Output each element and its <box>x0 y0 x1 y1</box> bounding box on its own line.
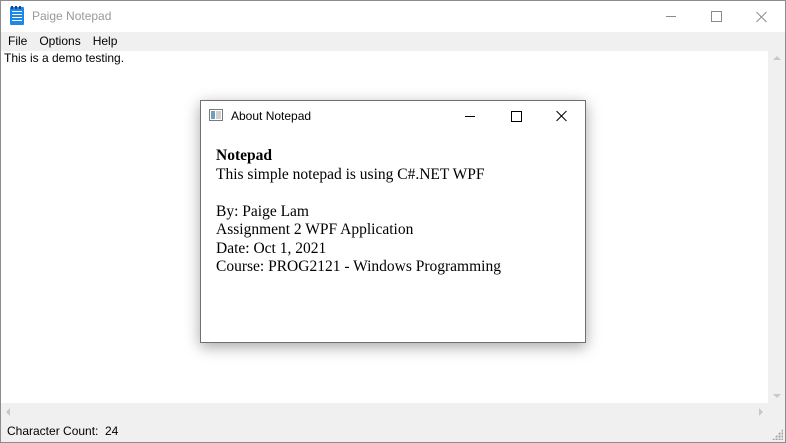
dialog-maximize-button[interactable] <box>493 101 539 131</box>
scroll-up-icon[interactable] <box>773 56 781 60</box>
close-icon <box>556 110 568 122</box>
scroll-corner <box>768 403 785 420</box>
dialog-title: About Notepad <box>231 109 312 123</box>
scroll-right-icon[interactable] <box>759 408 763 416</box>
about-description: This simple notepad is using C#.NET WPF <box>216 165 485 183</box>
maximize-icon <box>710 11 722 22</box>
dialog-minimize-button[interactable] <box>447 101 493 131</box>
menu-options[interactable]: Options <box>33 32 86 51</box>
maximize-icon <box>510 110 522 122</box>
minimize-icon <box>666 16 676 17</box>
menu-help[interactable]: Help <box>87 32 124 51</box>
title-bar[interactable]: Paige Notepad <box>1 1 785 32</box>
menu-file[interactable]: File <box>1 32 33 51</box>
close-icon <box>756 11 768 23</box>
close-button[interactable] <box>739 1 785 32</box>
about-dialog: About Notepad Notepad This simple notepa… <box>200 100 586 343</box>
about-date: Date: Oct 1, 2021 <box>216 239 327 257</box>
vertical-scrollbar[interactable] <box>768 51 785 403</box>
about-heading: Notepad <box>216 147 272 164</box>
scroll-down-icon[interactable] <box>773 394 781 398</box>
maximize-button[interactable] <box>693 1 739 32</box>
dialog-body: Notepad This simple notepad is using C#.… <box>216 147 501 277</box>
about-course: Course: PROG2121 - Windows Programming <box>216 258 501 275</box>
minimize-icon <box>465 115 475 117</box>
about-assignment: Assignment 2 WPF Application <box>216 221 414 238</box>
minimize-button[interactable] <box>648 1 694 32</box>
notepad-icon <box>10 6 24 25</box>
editor-content[interactable]: This is a demo testing. <box>4 51 124 65</box>
dialog-close-button[interactable] <box>539 101 585 131</box>
window-title: Paige Notepad <box>32 9 112 23</box>
status-bar: Character Count: 24 <box>1 420 785 442</box>
scroll-left-icon[interactable] <box>6 408 10 416</box>
menu-bar: File Options Help <box>1 32 785 51</box>
resize-grip-icon[interactable] <box>772 429 783 440</box>
window-icon <box>209 109 223 121</box>
horizontal-scrollbar[interactable] <box>1 403 768 420</box>
character-count-label: Character Count: <box>7 424 99 438</box>
character-count-value: 24 <box>105 424 119 438</box>
about-author: By: Paige Lam <box>216 202 309 220</box>
dialog-title-bar[interactable]: About Notepad <box>201 101 585 131</box>
